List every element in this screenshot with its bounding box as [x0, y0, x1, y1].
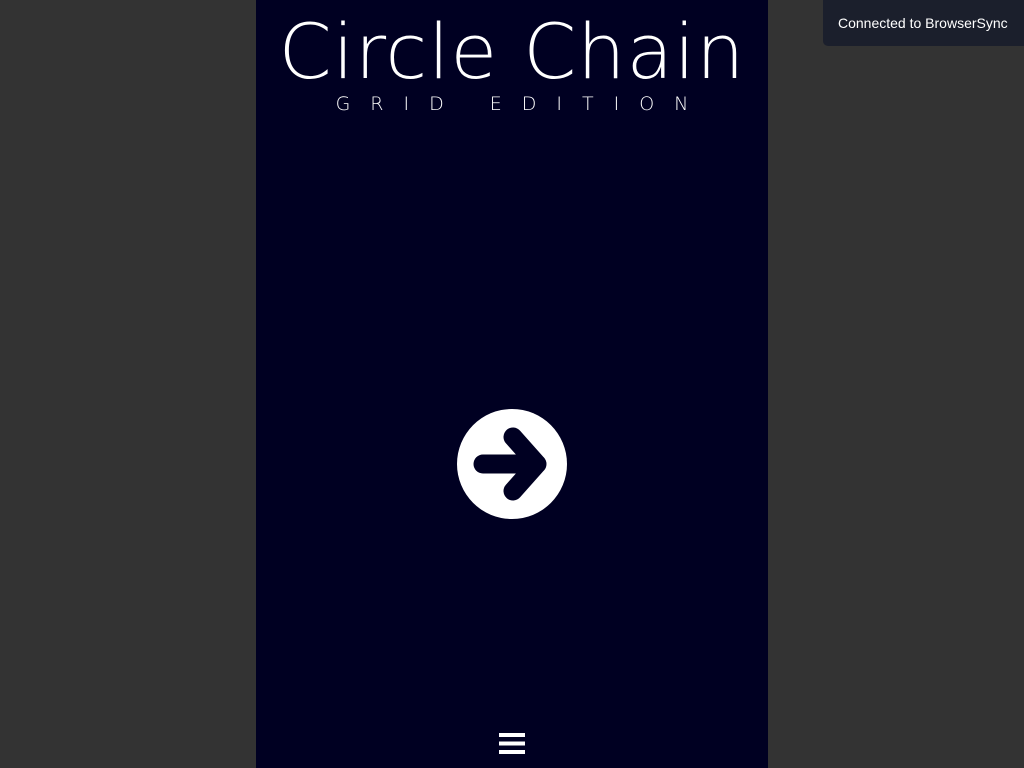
game-title: Circle Chain: [278, 7, 746, 96]
browsersync-notification: Connected to BrowserSync: [823, 0, 1024, 46]
hamburger-menu-icon: [499, 733, 525, 754]
menu-button[interactable]: [496, 730, 528, 758]
game-screen: Circle Chain GRID EDITION: [256, 0, 768, 768]
game-subtitle: GRID EDITION: [335, 93, 709, 115]
play-button[interactable]: [457, 409, 567, 519]
browser-viewport: Circle Chain GRID EDITION Connected to B…: [0, 0, 1024, 768]
arrow-right-icon: [473, 427, 547, 501]
